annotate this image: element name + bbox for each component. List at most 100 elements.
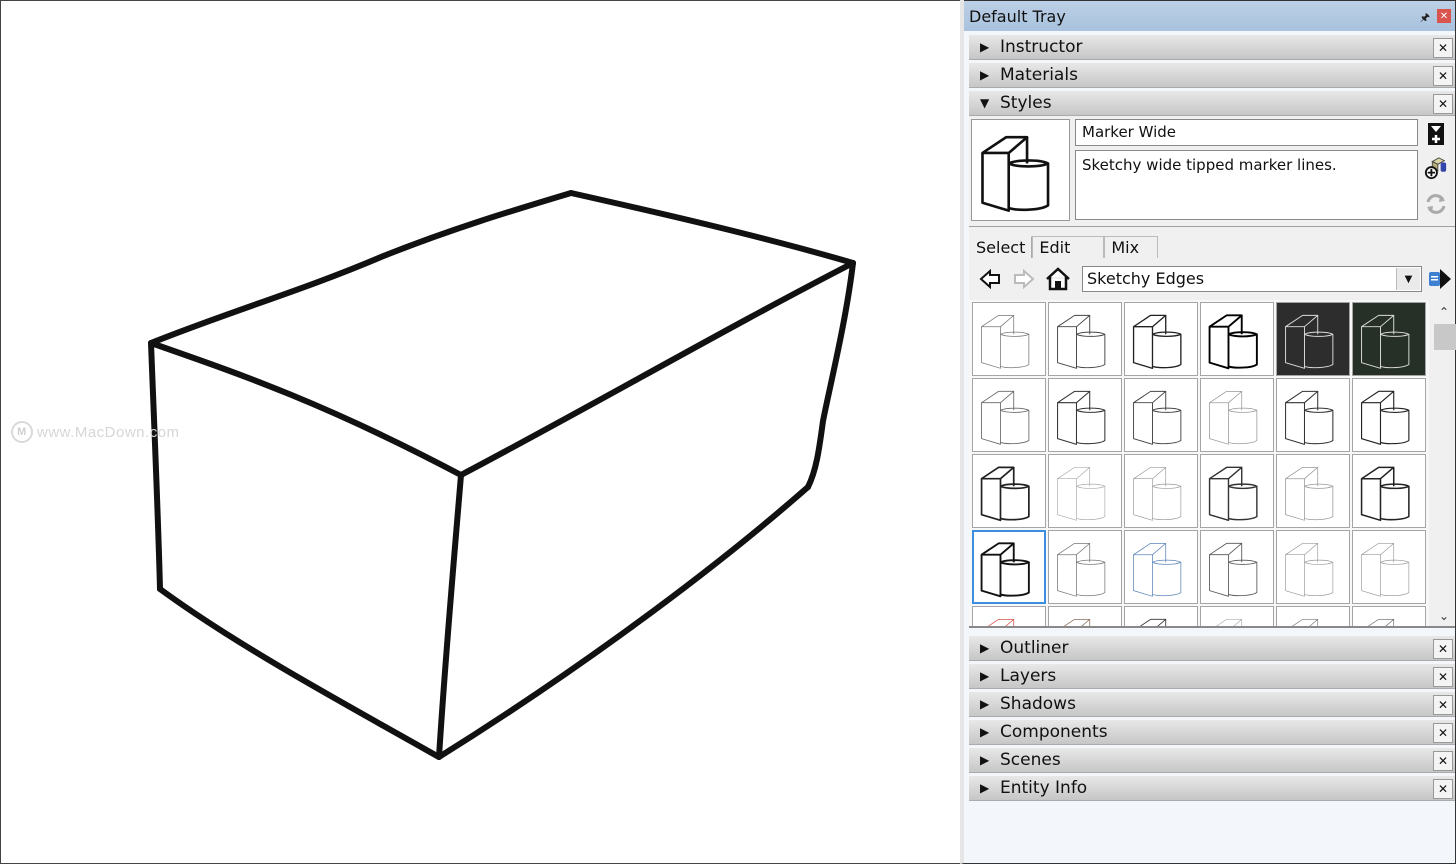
style-preview-icon xyxy=(1133,542,1182,597)
style-preview-icon xyxy=(981,314,1030,369)
panel-close-button[interactable]: ✕ xyxy=(1433,94,1453,114)
panel-styles[interactable]: ▼ Styles ✕ xyxy=(969,90,1455,116)
panel-label: Materials xyxy=(1000,65,1078,85)
watermark-text: www.MacDown.com xyxy=(37,423,180,441)
grid-scrollbar[interactable]: ⌃ ⌄ xyxy=(1433,300,1456,626)
tab-mix[interactable]: Mix xyxy=(1104,236,1159,258)
panel-materials[interactable]: ▶ Materials ✕ xyxy=(969,62,1455,88)
panel-close-button[interactable]: ✕ xyxy=(1433,723,1453,743)
expand-arrow-icon: ▶ xyxy=(980,68,990,82)
expand-arrow-icon: ▶ xyxy=(980,725,990,739)
panel-resize-handle[interactable] xyxy=(969,626,1455,628)
home-button[interactable] xyxy=(1045,266,1071,292)
panel-label: Scenes xyxy=(1000,750,1061,770)
style-description-input[interactable]: Sketchy wide tipped marker lines. xyxy=(1075,150,1418,220)
style-preview-icon xyxy=(1133,467,1182,521)
panel-layers[interactable]: ▶ Layers ✕ xyxy=(969,663,1455,689)
style-thumbnail[interactable] xyxy=(1124,454,1198,528)
pin-icon[interactable]: 🖈 xyxy=(1420,9,1430,28)
panel-shadows[interactable]: ▶ Shadows ✕ xyxy=(969,691,1455,717)
tray-close-button[interactable]: ✕ xyxy=(1437,9,1451,23)
panel-close-button[interactable]: ✕ xyxy=(1433,667,1453,687)
style-thumbnail[interactable] xyxy=(972,454,1046,528)
panel-close-button[interactable]: ✕ xyxy=(1433,38,1453,58)
style-preview-icon xyxy=(1208,466,1258,522)
style-thumbnail[interactable] xyxy=(1124,530,1198,604)
style-thumbnail[interactable] xyxy=(1124,606,1198,626)
divider xyxy=(969,226,1455,227)
style-thumbnail[interactable] xyxy=(1200,606,1274,626)
style-thumbnail[interactable] xyxy=(1276,606,1350,626)
panel-close-button[interactable]: ✕ xyxy=(1433,66,1453,86)
tab-edit[interactable]: Edit xyxy=(1032,236,1105,258)
style-thumbnail[interactable] xyxy=(1200,302,1274,376)
forward-button[interactable] xyxy=(1011,266,1037,292)
scrollbar-thumb[interactable] xyxy=(1434,324,1456,350)
styles-panel-body: Marker Wide Sketchy wide tipped marker l… xyxy=(969,116,1456,628)
details-toggle-button[interactable] xyxy=(1424,122,1448,146)
collection-dropdown[interactable]: Sketchy Edges ▼ xyxy=(1082,266,1422,292)
panel-close-button[interactable]: ✕ xyxy=(1433,639,1453,659)
drawing-viewport[interactable]: M www.MacDown.com xyxy=(0,0,960,864)
style-preview-icon xyxy=(1285,390,1334,445)
style-thumbnail[interactable] xyxy=(1276,454,1350,528)
style-thumbnail[interactable] xyxy=(1352,302,1426,376)
home-icon xyxy=(1046,267,1070,291)
panel-instructor[interactable]: ▶ Instructor ✕ xyxy=(969,34,1455,60)
back-button[interactable] xyxy=(977,266,1003,292)
style-thumbnail[interactable] xyxy=(1124,302,1198,376)
style-thumbnail[interactable] xyxy=(1048,302,1122,376)
panel-components[interactable]: ▶ Components ✕ xyxy=(969,719,1455,745)
style-thumbnail[interactable] xyxy=(1276,302,1350,376)
style-name-input[interactable]: Marker Wide xyxy=(1075,119,1418,146)
style-thumbnail[interactable] xyxy=(1352,454,1426,528)
style-thumbnail[interactable] xyxy=(1048,530,1122,604)
style-preview-icon xyxy=(1292,619,1319,626)
create-style-icon xyxy=(1424,157,1447,180)
style-thumbnail[interactable] xyxy=(1276,530,1350,604)
style-thumbnail[interactable] xyxy=(972,302,1046,376)
panel-close-button[interactable]: ✕ xyxy=(1433,779,1453,799)
style-thumbnail[interactable] xyxy=(1200,454,1274,528)
scroll-up-icon[interactable]: ⌃ xyxy=(1433,302,1455,322)
panel-close-button[interactable]: ✕ xyxy=(1433,695,1453,715)
style-thumbnail[interactable] xyxy=(1352,530,1426,604)
collapse-arrow-icon: ▼ xyxy=(980,96,990,110)
details-menu-button[interactable] xyxy=(1427,266,1453,292)
style-thumbnail[interactable] xyxy=(1124,378,1198,452)
expand-details-icon xyxy=(1428,123,1444,145)
style-thumbnail[interactable] xyxy=(1200,530,1274,604)
style-thumbnail[interactable] xyxy=(1200,378,1274,452)
style-thumbnail[interactable] xyxy=(1276,378,1350,452)
edge-top-back-right xyxy=(568,190,856,266)
style-preview-icon xyxy=(1285,543,1334,597)
style-thumbnail[interactable] xyxy=(1048,606,1122,626)
style-thumbnail[interactable] xyxy=(972,606,1046,626)
style-preview-icon xyxy=(1216,619,1243,626)
style-thumbnail[interactable] xyxy=(972,378,1046,452)
tray-title-bar[interactable]: Default Tray 🖈 ✕ xyxy=(964,0,1455,31)
style-thumbnail[interactable] xyxy=(1352,378,1426,452)
style-thumbnail[interactable] xyxy=(972,530,1046,604)
edge-top-front-right xyxy=(458,260,856,478)
style-thumbnail[interactable] xyxy=(1352,606,1426,626)
update-style-button[interactable] xyxy=(1424,192,1448,216)
tab-select[interactable]: Select xyxy=(969,236,1033,258)
style-preview-icon xyxy=(1139,618,1167,626)
create-style-button[interactable] xyxy=(1424,156,1448,180)
style-thumbnail[interactable] xyxy=(1048,454,1122,528)
style-thumbnail[interactable] xyxy=(1048,378,1122,452)
style-preview-icon xyxy=(1057,467,1106,521)
chevron-down-icon[interactable]: ▼ xyxy=(1396,268,1420,290)
panel-entity-info[interactable]: ▶ Entity Info ✕ xyxy=(969,775,1455,801)
panel-close-button[interactable]: ✕ xyxy=(1433,751,1453,771)
style-preview-icon xyxy=(987,618,1015,626)
panel-outliner[interactable]: ▶ Outliner ✕ xyxy=(969,635,1455,661)
watermark: M www.MacDown.com xyxy=(11,421,180,443)
style-preview-icon xyxy=(1208,314,1258,370)
panel-scenes[interactable]: ▶ Scenes ✕ xyxy=(969,747,1455,773)
default-tray: Default Tray 🖈 ✕ ▶ Instructor ✕ ▶ Materi… xyxy=(960,0,1456,864)
expand-arrow-icon: ▶ xyxy=(980,781,990,795)
scroll-down-icon[interactable]: ⌄ xyxy=(1433,606,1455,626)
edge-bottom-right xyxy=(436,484,811,760)
